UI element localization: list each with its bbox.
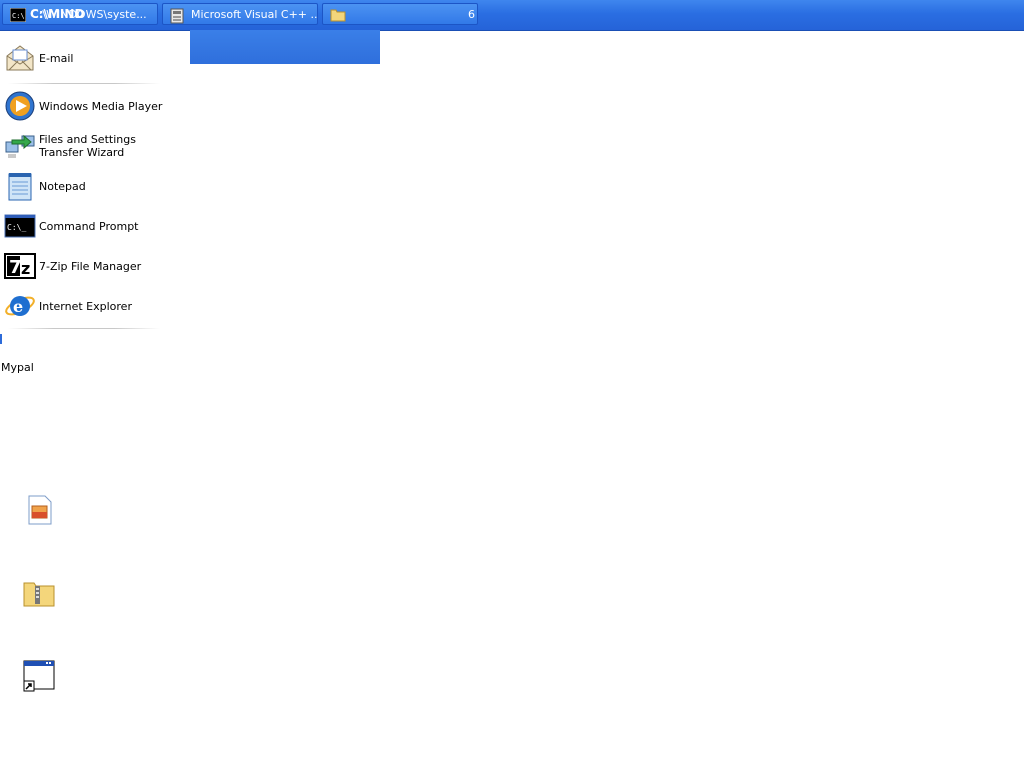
taskbar: C:\ C:\WINDOWS\syste... Microsoft Visual… <box>0 0 1024 31</box>
cmd-icon: C:\ <box>9 7 27 24</box>
menu-item-label: Notepad <box>39 179 86 193</box>
visual-cpp-icon <box>170 8 186 24</box>
taskbar-button-folder[interactable]: 6 <box>322 3 478 25</box>
7zip-icon: 7z <box>4 250 36 282</box>
command-prompt-icon: C:\_ <box>4 210 36 242</box>
internet-explorer-icon: e <box>4 290 36 322</box>
zip-folder-icon[interactable] <box>23 577 55 609</box>
menu-item-transfer-wizard[interactable]: Files and Settings Transfer Wizard <box>0 128 180 164</box>
svg-text:e: e <box>13 297 23 316</box>
mypal-label[interactable]: Mypal <box>1 361 34 374</box>
svg-text:C:\_: C:\_ <box>7 223 26 232</box>
window-shortcut-icon[interactable] <box>23 660 55 692</box>
email-icon <box>4 42 36 74</box>
menu-item-command-prompt[interactable]: C:\_ Command Prompt <box>0 208 180 244</box>
blue-panel <box>190 30 380 64</box>
media-player-icon <box>4 90 36 122</box>
menu-item-media-player[interactable]: Windows Media Player <box>0 88 180 124</box>
overlay-title: C:\MIND <box>30 7 85 21</box>
svg-text:C:\: C:\ <box>12 12 25 20</box>
menu-item-notepad[interactable]: Notepad <box>0 168 180 204</box>
image-file-icon[interactable] <box>23 494 55 526</box>
menu-edge-marker <box>0 334 2 344</box>
menu-item-label: Internet Explorer <box>39 299 132 313</box>
menu-separator <box>8 328 160 329</box>
taskbar-button-visual-cpp[interactable]: Microsoft Visual C++ ... <box>162 3 318 25</box>
menu-item-email[interactable]: E-mail <box>0 40 180 76</box>
folder-icon <box>330 8 346 24</box>
folder-count-badge: 6 <box>468 8 475 21</box>
menu-item-label: E-mail <box>39 51 74 65</box>
menu-item-internet-explorer[interactable]: e Internet Explorer <box>0 288 180 324</box>
taskbar-button-label: Microsoft Visual C++ ... <box>191 8 318 21</box>
notepad-icon <box>4 170 36 202</box>
svg-text:z: z <box>21 259 30 278</box>
menu-item-7zip[interactable]: 7z 7-Zip File Manager <box>0 248 180 284</box>
menu-item-label: 7-Zip File Manager <box>39 259 142 273</box>
menu-separator <box>8 83 160 84</box>
menu-item-label: Windows Media Player <box>39 99 163 113</box>
transfer-wizard-icon <box>4 130 36 162</box>
menu-item-label: Command Prompt <box>39 219 139 233</box>
menu-item-label: Files and Settings Transfer Wizard <box>39 133 136 159</box>
svg-text:7: 7 <box>9 257 22 278</box>
